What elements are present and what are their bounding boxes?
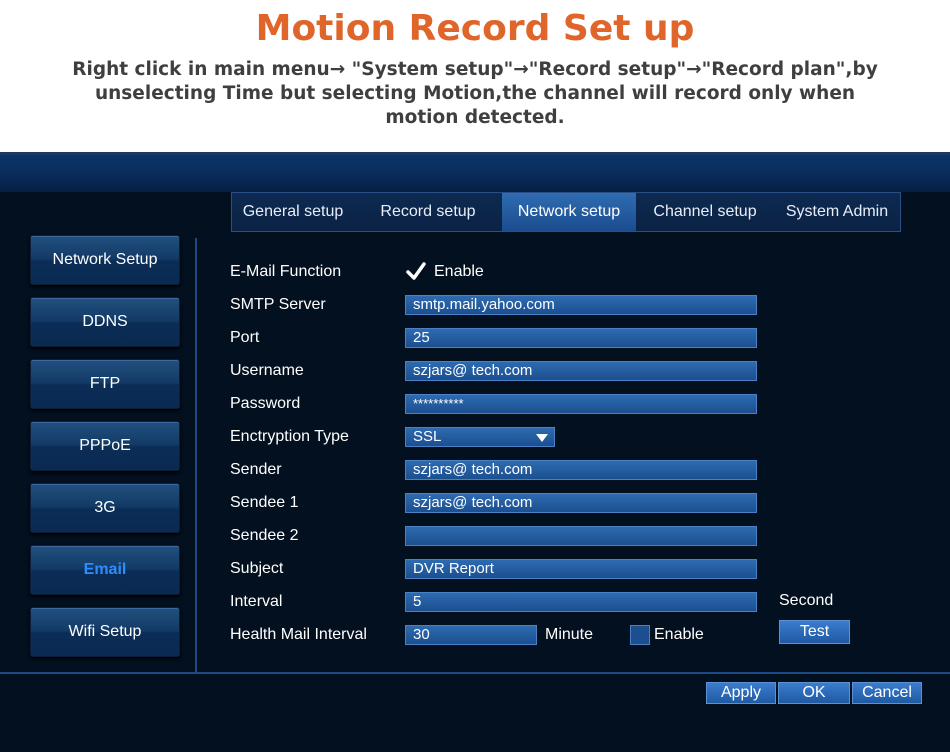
sendee2-field[interactable] [405, 526, 757, 546]
subject-label: Subject [230, 560, 284, 577]
apply-button[interactable]: Apply [706, 682, 776, 704]
interval-label: Interval [230, 593, 283, 610]
tab-network-setup[interactable]: Network setup [502, 193, 636, 231]
email-function-label: E-Mail Function [230, 263, 342, 280]
encryption-type-value: SSL [413, 428, 442, 445]
tab-general-setup[interactable]: General setup [232, 193, 354, 231]
sender-field[interactable]: szjars@ tech.com [405, 460, 757, 480]
encryption-type-label: Enctryption Type [230, 428, 349, 445]
settings-tab-bar: General setup Record setup Network setup… [231, 192, 901, 232]
port-label: Port [230, 329, 260, 346]
health-mail-unit-label: Minute [545, 626, 594, 643]
tab-record-setup[interactable]: Record setup [354, 193, 502, 231]
footer-divider [0, 672, 950, 674]
sidebar-item-pppoe[interactable]: PPPoE [30, 421, 180, 471]
smtp-server-field[interactable]: smtp.mail.yahoo.com [405, 295, 757, 315]
username-label: Username [230, 362, 304, 379]
sidebar-item-3g[interactable]: 3G [30, 483, 180, 533]
interval-unit-label: Second [779, 592, 834, 609]
health-mail-interval-label: Health Mail Interval [230, 626, 367, 643]
instruction-banner: Motion Record Set up Right click in main… [0, 0, 950, 152]
cancel-button[interactable]: Cancel [852, 682, 922, 704]
port-field[interactable]: 25 [405, 328, 757, 348]
sidebar-item-wifi-setup[interactable]: Wifi Setup [30, 607, 180, 657]
dropdown-arrow-icon [536, 434, 548, 442]
checkmark-icon [406, 262, 426, 280]
username-field[interactable]: szjars@ tech.com [405, 361, 757, 381]
dvr-settings-screen: General setup Record setup Network setup… [0, 152, 950, 752]
sendee1-field[interactable]: szjars@ tech.com [405, 493, 757, 513]
screen-header-bar [0, 152, 950, 192]
email-enable-checkbox[interactable] [406, 262, 426, 282]
sender-label: Sender [230, 461, 282, 478]
tab-system-admin[interactable]: System Admin [774, 193, 900, 231]
test-button[interactable]: Test [779, 620, 850, 644]
interval-field[interactable]: 5 [405, 592, 757, 612]
banner-title: Motion Record Set up [255, 8, 695, 49]
health-mail-interval-field[interactable]: 30 [405, 625, 537, 645]
health-mail-enable-checkbox[interactable] [630, 625, 650, 645]
health-mail-enable-label: Enable [654, 626, 704, 643]
encryption-type-select[interactable]: SSL [405, 427, 555, 447]
sendee2-label: Sendee 2 [230, 527, 299, 544]
sidebar-item-network-setup[interactable]: Network Setup [30, 235, 180, 285]
smtp-server-label: SMTP Server [230, 296, 326, 313]
sidebar-item-ddns[interactable]: DDNS [30, 297, 180, 347]
banner-subtitle: Right click in main menu→ "System setup"… [72, 59, 878, 128]
ok-button[interactable]: OK [778, 682, 850, 704]
tab-channel-setup[interactable]: Channel setup [636, 193, 774, 231]
subject-field[interactable]: DVR Report [405, 559, 757, 579]
sidebar-item-email[interactable]: Email [30, 545, 180, 595]
password-label: Password [230, 395, 301, 412]
sidebar-item-ftp[interactable]: FTP [30, 359, 180, 409]
password-field[interactable]: ********** [405, 394, 757, 414]
sendee1-label: Sendee 1 [230, 494, 299, 511]
sidebar-divider [195, 238, 197, 672]
email-enable-label: Enable [434, 263, 484, 280]
